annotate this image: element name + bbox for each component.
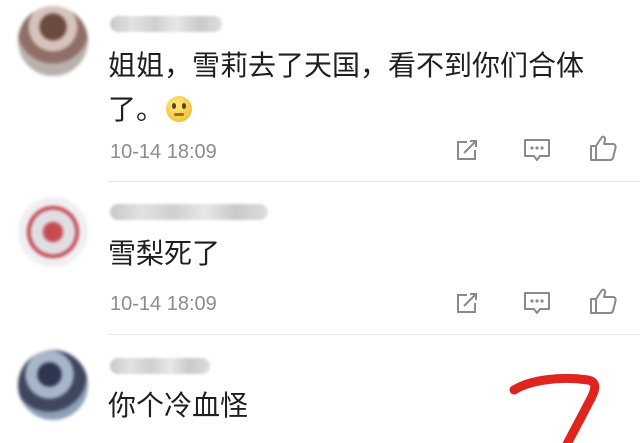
comment-text-line: 姐姐，雪莉去了天国，看不到你们合体: [108, 49, 585, 82]
comment-text-line: 了。: [108, 93, 165, 126]
timestamp: 10-14 18:09: [110, 293, 217, 315]
username-blurred[interactable]: [110, 204, 268, 220]
share-button[interactable]: [451, 287, 483, 319]
comment-list: 姐姐，雪莉去了天国，看不到你们合体 了。 10-14 18:09 雪梨死了 10…: [0, 0, 640, 443]
like-button[interactable]: [587, 285, 619, 317]
avatar[interactable]: [18, 350, 88, 420]
comment-item: 雪梨死了 10-14 18:09: [0, 182, 640, 336]
share-button[interactable]: [451, 134, 483, 166]
comment-text: 你个冷血怪: [108, 389, 249, 422]
reply-icon: [524, 139, 550, 161]
like-button[interactable]: [587, 132, 619, 164]
share-icon: [457, 140, 477, 160]
pleading-face-emoji: [166, 96, 193, 122]
comment-text: 雪梨死了: [108, 237, 221, 270]
avatar[interactable]: [18, 197, 88, 267]
username-blurred[interactable]: [110, 16, 222, 32]
reply-button[interactable]: [521, 287, 553, 319]
avatar[interactable]: [18, 6, 88, 76]
like-icon: [590, 288, 617, 314]
comment-text: 姐姐，雪莉去了天国，看不到你们合体 了。: [108, 44, 584, 132]
red-annotation-mark: [509, 373, 600, 443]
like-icon: [590, 135, 617, 161]
timestamp: 10-14 18:09: [110, 141, 217, 163]
reply-icon: [524, 292, 550, 314]
comment-item: 姐姐，雪莉去了天国，看不到你们合体 了。 10-14 18:09: [0, 0, 640, 182]
username-blurred[interactable]: [110, 358, 210, 374]
share-icon: [457, 293, 477, 313]
reply-button[interactable]: [521, 134, 553, 166]
divider: [108, 334, 640, 335]
